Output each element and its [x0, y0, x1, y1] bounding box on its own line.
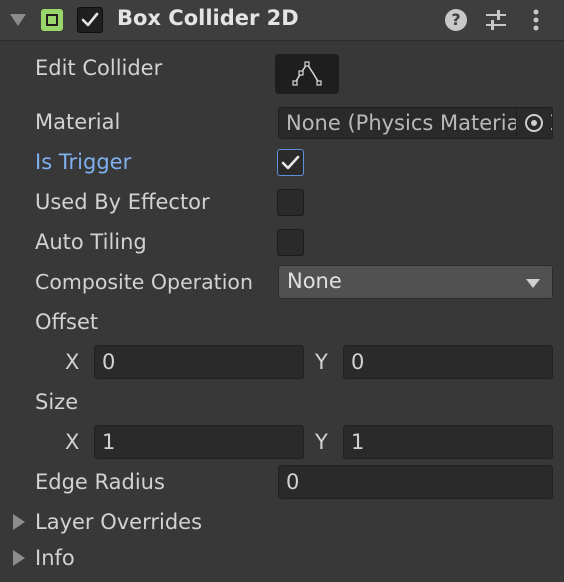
size-y-field[interactable]: 1 [343, 425, 553, 459]
edge-radius-field[interactable]: 0 [278, 465, 553, 499]
used-by-effector-label: Used By Effector [35, 190, 210, 214]
composite-operation-value: None [287, 269, 342, 293]
kebab-menu-icon[interactable] [528, 7, 544, 33]
foldout-collapsed-icon[interactable] [13, 514, 25, 530]
info-foldout[interactable]: Info [35, 546, 75, 570]
size-x-field[interactable]: 1 [94, 425, 304, 459]
inspector-component-panel: Box Collider 2D ? Edit Collider Material… [0, 0, 564, 582]
component-header[interactable]: Box Collider 2D ? [0, 0, 564, 41]
size-label: Size [35, 390, 79, 414]
is-trigger-label: Is Trigger [35, 150, 132, 174]
auto-tiling-checkbox[interactable] [277, 229, 304, 256]
foldout-collapsed-icon[interactable] [13, 550, 25, 566]
offset-y-field[interactable]: 0 [343, 345, 553, 379]
offset-x-field[interactable]: 0 [94, 345, 304, 379]
used-by-effector-checkbox[interactable] [277, 189, 304, 216]
offset-x-label: X [65, 350, 80, 374]
material-object-field[interactable]: None (Physics Material 2D) [278, 107, 553, 139]
box-collider-2d-icon [41, 9, 63, 31]
checkmark-icon [281, 155, 300, 170]
object-picker-icon[interactable] [516, 108, 551, 138]
edit-collider-label: Edit Collider [35, 56, 163, 80]
size-x-label: X [65, 430, 80, 454]
material-label: Material [35, 110, 121, 134]
material-value: None (Physics Material 2D) [286, 111, 553, 135]
is-trigger-checkbox[interactable] [277, 149, 304, 176]
size-y-label: Y [315, 430, 328, 454]
component-enabled-checkbox[interactable] [77, 7, 103, 33]
foldout-expanded-icon[interactable] [10, 14, 26, 26]
offset-label: Offset [35, 310, 99, 334]
edit-collider-button[interactable] [275, 54, 339, 94]
presets-sliders-icon[interactable] [484, 8, 508, 32]
composite-operation-label: Composite Operation [35, 270, 253, 294]
component-title: Box Collider 2D [117, 6, 299, 30]
auto-tiling-label: Auto Tiling [35, 230, 147, 254]
help-icon[interactable]: ? [445, 9, 467, 31]
edge-radius-label: Edge Radius [35, 470, 165, 494]
offset-y-label: Y [315, 350, 328, 374]
layer-overrides-foldout[interactable]: Layer Overrides [35, 510, 202, 534]
composite-operation-dropdown[interactable]: None [278, 265, 553, 299]
chevron-down-icon [526, 279, 540, 288]
checkmark-icon [81, 12, 99, 27]
edit-collider-icon [292, 61, 322, 86]
